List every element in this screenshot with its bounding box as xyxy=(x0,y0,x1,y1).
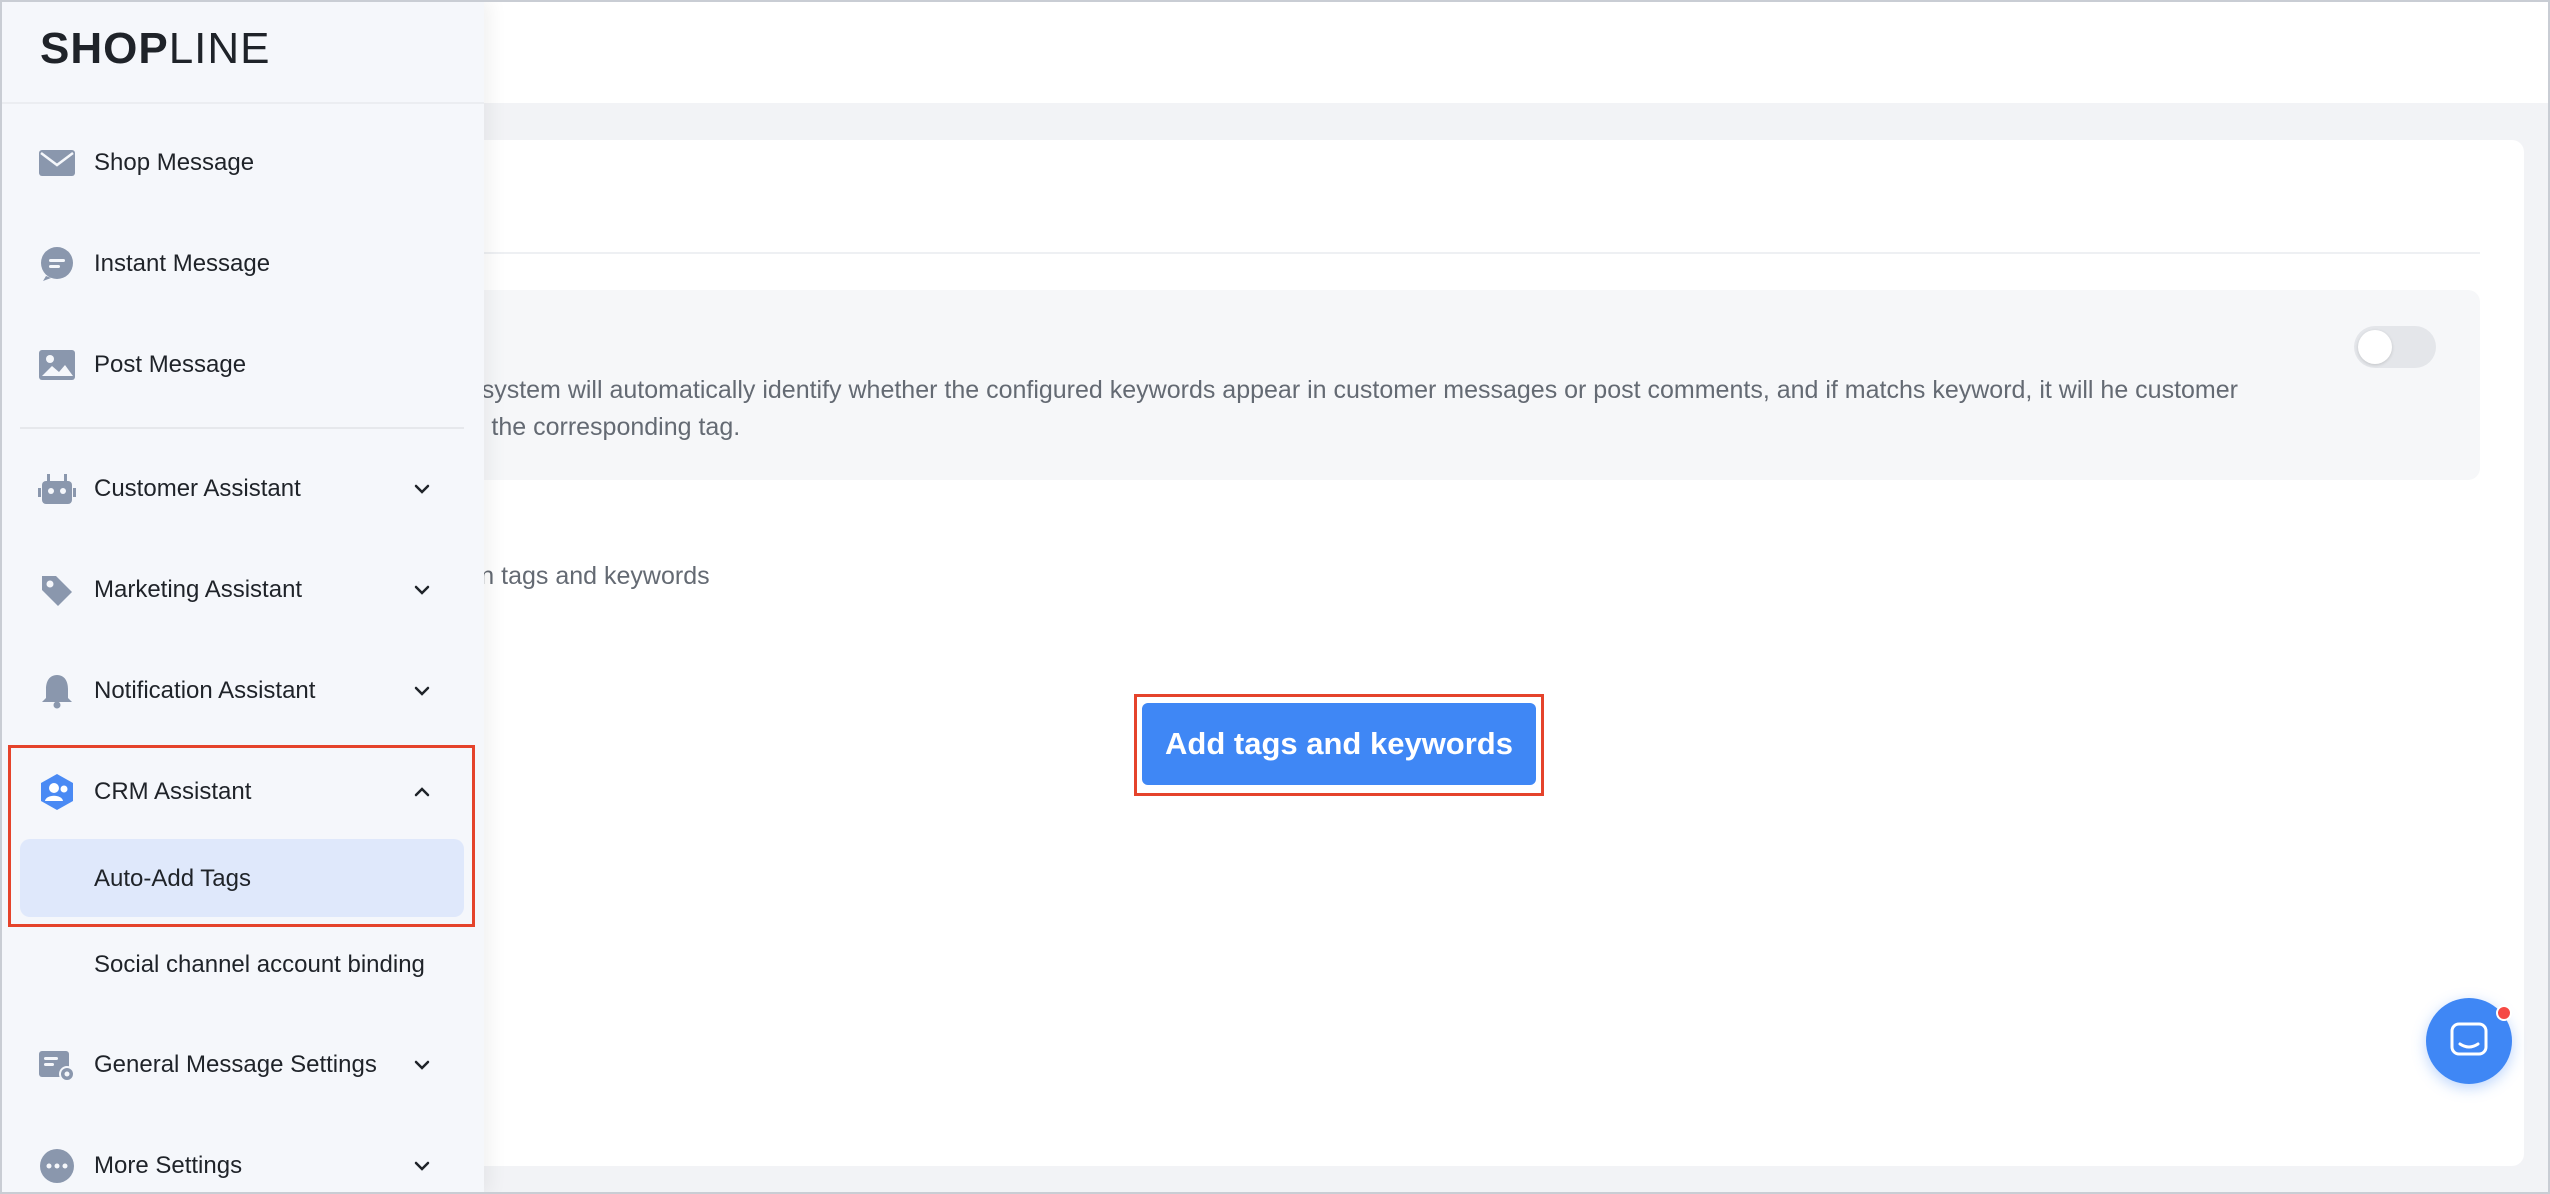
crm-user-icon xyxy=(41,774,73,810)
auto-add-tags-toggle[interactable] xyxy=(2354,326,2436,368)
sidebar-divider xyxy=(20,427,464,429)
sidebar-item-post-message[interactable]: Post Message xyxy=(20,323,464,407)
message-settings-icon xyxy=(39,1051,75,1082)
logo-text-light: LINE xyxy=(168,24,271,73)
sidebar: SHOPLINE Shop Message Instant Message Po… xyxy=(0,0,484,1194)
toggle-knob xyxy=(2358,330,2392,364)
chevron-down-icon xyxy=(414,1060,430,1070)
title-divider xyxy=(150,252,2480,254)
chevron-down-icon xyxy=(414,484,430,494)
sidebar-item-label: Post Message xyxy=(94,351,247,378)
sidebar-item-marketing-assistant[interactable]: Marketing Assistant xyxy=(20,548,464,632)
sidebar-item-label: Instant Message xyxy=(94,250,271,277)
notification-dot xyxy=(2496,1005,2512,1021)
sidebar-item-label: Marketing Assistant xyxy=(94,576,303,603)
sidebar-subitem-label: Auto-Add Tags xyxy=(94,865,251,892)
chat-window-icon xyxy=(2450,1022,2488,1056)
sidebar-item-label: Shop Message xyxy=(94,149,255,176)
sidebar-item-shop-message[interactable]: Shop Message xyxy=(20,121,464,205)
sidebar-item-general-message-settings[interactable]: General Message Settings xyxy=(20,1023,464,1107)
sidebar-item-label: CRM Assistant xyxy=(94,778,252,805)
sidebar-item-label: General Message Settings xyxy=(94,1051,377,1078)
tag-icon xyxy=(42,576,72,606)
chevron-down-icon xyxy=(414,686,430,696)
more-dots-icon xyxy=(40,1149,74,1183)
chevron-down-icon xyxy=(414,1161,430,1171)
image-icon xyxy=(39,350,75,380)
sidebar-subitem-label: Social channel account binding xyxy=(94,951,425,978)
sidebar-item-more-settings[interactable]: More Settings xyxy=(20,1124,464,1194)
robot-icon xyxy=(38,474,76,504)
chevron-up-icon xyxy=(414,787,430,797)
logo-divider xyxy=(0,102,484,104)
sidebar-item-label: More Settings xyxy=(94,1152,243,1179)
sidebar-item-notification-assistant[interactable]: Notification Assistant xyxy=(20,649,464,733)
logo-text-bold: SHOP xyxy=(40,24,169,73)
sidebar-item-label: Customer Assistant xyxy=(94,475,301,502)
sidebar-item-instant-message[interactable]: Instant Message xyxy=(20,222,464,306)
chat-bubble-icon xyxy=(41,247,73,281)
sidebar-subitem-social-channel-account-binding[interactable]: Social channel account binding xyxy=(20,925,464,1003)
sidebar-item-crm-assistant[interactable]: CRM Assistant xyxy=(20,750,464,834)
add-tags-and-keywords-button[interactable]: Add tags and keywords xyxy=(1142,703,1536,785)
sidebar-item-label: Notification Assistant xyxy=(94,677,316,704)
sidebar-subitem-auto-add-tags[interactable]: Auto-Add Tags xyxy=(20,839,464,917)
shopline-logo[interactable]: SHOPLINE xyxy=(40,24,271,74)
setting-description: the system will automatically identify w… xyxy=(440,376,2238,441)
envelope-icon xyxy=(39,150,75,176)
chevron-down-icon xyxy=(414,585,430,595)
bell-icon xyxy=(42,675,72,709)
sidebar-item-customer-assistant[interactable]: Customer Assistant xyxy=(20,447,464,531)
